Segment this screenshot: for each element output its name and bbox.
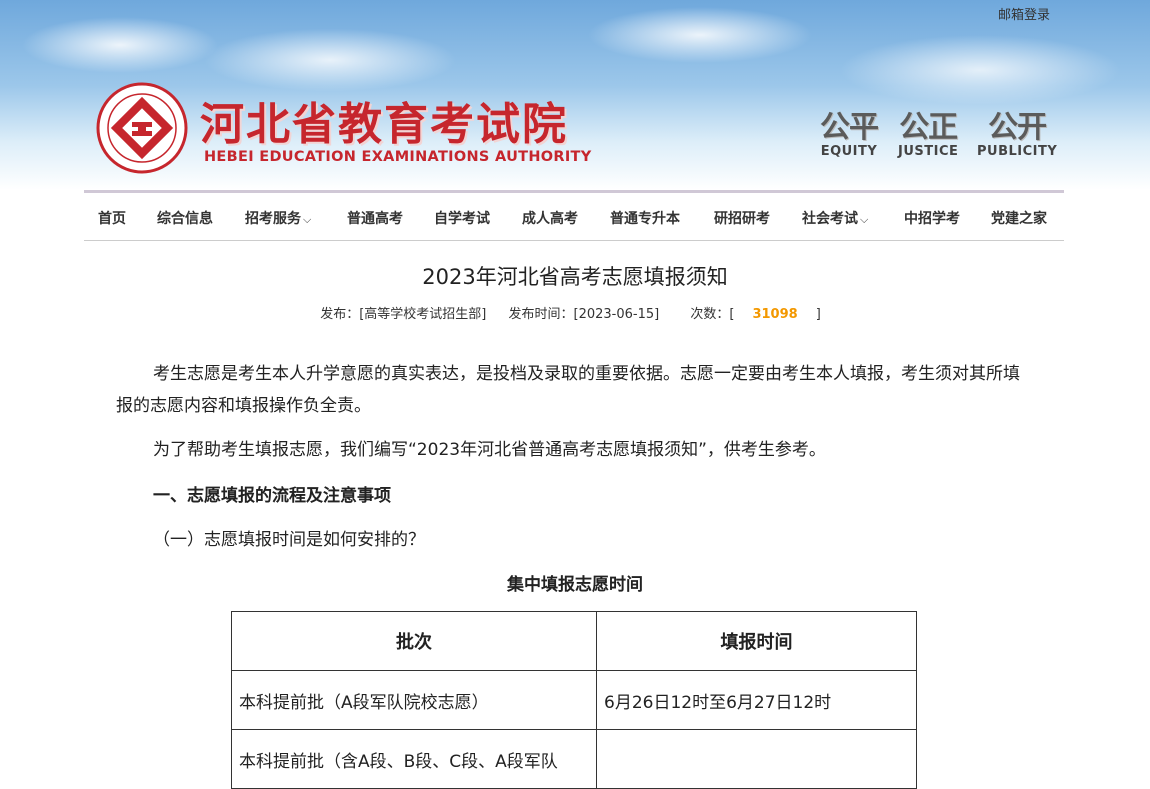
table-cell: 本科提前批（含A段、B段、C段、A段军队: [231, 729, 597, 789]
table-row: 本科提前批（A段军队院校志愿） 6月26日12时至6月27日12时: [231, 670, 917, 730]
article-title: 2023年河北省高考志愿填报须知: [422, 265, 728, 289]
motto-publicity: 公开 PUBLICITY: [977, 110, 1058, 160]
section-heading: 一、志愿填报的流程及注意事项: [153, 486, 391, 506]
view-count: 次数：[31098]: [690, 307, 821, 322]
motto-cn: 公开: [988, 110, 1047, 145]
nav-item-graduate[interactable]: 研招研考: [714, 208, 770, 228]
subsection-heading: （一）志愿填报时间是如何安排的？: [153, 530, 425, 550]
table-cell: [596, 729, 917, 789]
article-paragraph: 考生志愿是考生本人升学意愿的真实表达，是投档及录取的重要依据。志愿一定要由考生本…: [116, 364, 1020, 416]
motto-en: PUBLICITY: [977, 144, 1058, 159]
table-cell: 6月26日12时至6月27日12时: [596, 670, 917, 730]
main-nav: 首页 综合信息 招考服务 ⌵ 普通高考 自学考试 成人高考 普通专升本 研招研考 …: [84, 196, 1064, 241]
column-header: 填报时间: [596, 611, 917, 671]
motto-justice: 公正 JUSTICE: [898, 110, 959, 160]
article-paragraph: 为了帮助考生填报志愿，我们编写“2023年河北省普通高考志愿填报须知”，供考生参…: [153, 440, 826, 460]
publish-time: 发布时间：[2023-06-15]: [508, 307, 660, 322]
nav-item-home[interactable]: 首页: [98, 208, 126, 228]
authority-emblem-logo: [96, 82, 188, 178]
publisher: 发布：[高等学校考试招生部]: [320, 307, 487, 322]
nav-item-upgrade[interactable]: 普通专升本: [610, 208, 680, 228]
article-meta: 发布：[高等学校考试招生部] 发布时间：[2023-06-15] 次数：[310…: [0, 303, 1150, 322]
motto-en: EQUITY: [820, 144, 878, 159]
nav-item-adult-exam[interactable]: 成人高考: [522, 208, 578, 228]
nav-item-gaokao[interactable]: 普通高考: [347, 208, 403, 228]
column-header: 批次: [231, 611, 597, 671]
table-row: 本科提前批（含A段、B段、C段、A段军队: [231, 729, 917, 789]
table-header-row: 批次 填报时间: [231, 611, 917, 671]
motto-cn: 公正: [899, 110, 958, 145]
table-title: 集中填报志愿时间: [507, 575, 643, 595]
authority-name-cn: 河北省教育考试院: [200, 99, 568, 150]
nav-item-exam-services[interactable]: 招考服务 ⌵: [245, 208, 311, 228]
chevron-down-icon: ⌵: [303, 213, 312, 226]
nav-item-self-study[interactable]: 自学考试: [434, 208, 490, 228]
schedule-table: 批次 填报时间 本科提前批（A段军队院校志愿） 6月26日12时至6月27日12…: [231, 611, 917, 789]
motto-cn: 公平: [820, 110, 879, 145]
authority-name-en: HEBEI EDUCATION EXAMINATIONS AUTHORITY: [204, 149, 592, 165]
nav-item-party[interactable]: 党建之家: [991, 208, 1047, 228]
table-cell: 本科提前批（A段军队院校志愿）: [231, 670, 597, 730]
nav-item-zhongkao[interactable]: 中招学考: [904, 208, 960, 228]
motto-equity: 公平 EQUITY: [820, 110, 879, 160]
chevron-down-icon: ⌵: [860, 213, 869, 226]
motto-en: JUSTICE: [898, 144, 959, 159]
nav-item-general-info[interactable]: 综合信息: [157, 208, 213, 228]
mail-login-link[interactable]: 邮箱登录: [998, 4, 1050, 23]
header-divider: [84, 190, 1064, 193]
nav-item-social-exam[interactable]: 社会考试 ⌵: [802, 208, 868, 228]
